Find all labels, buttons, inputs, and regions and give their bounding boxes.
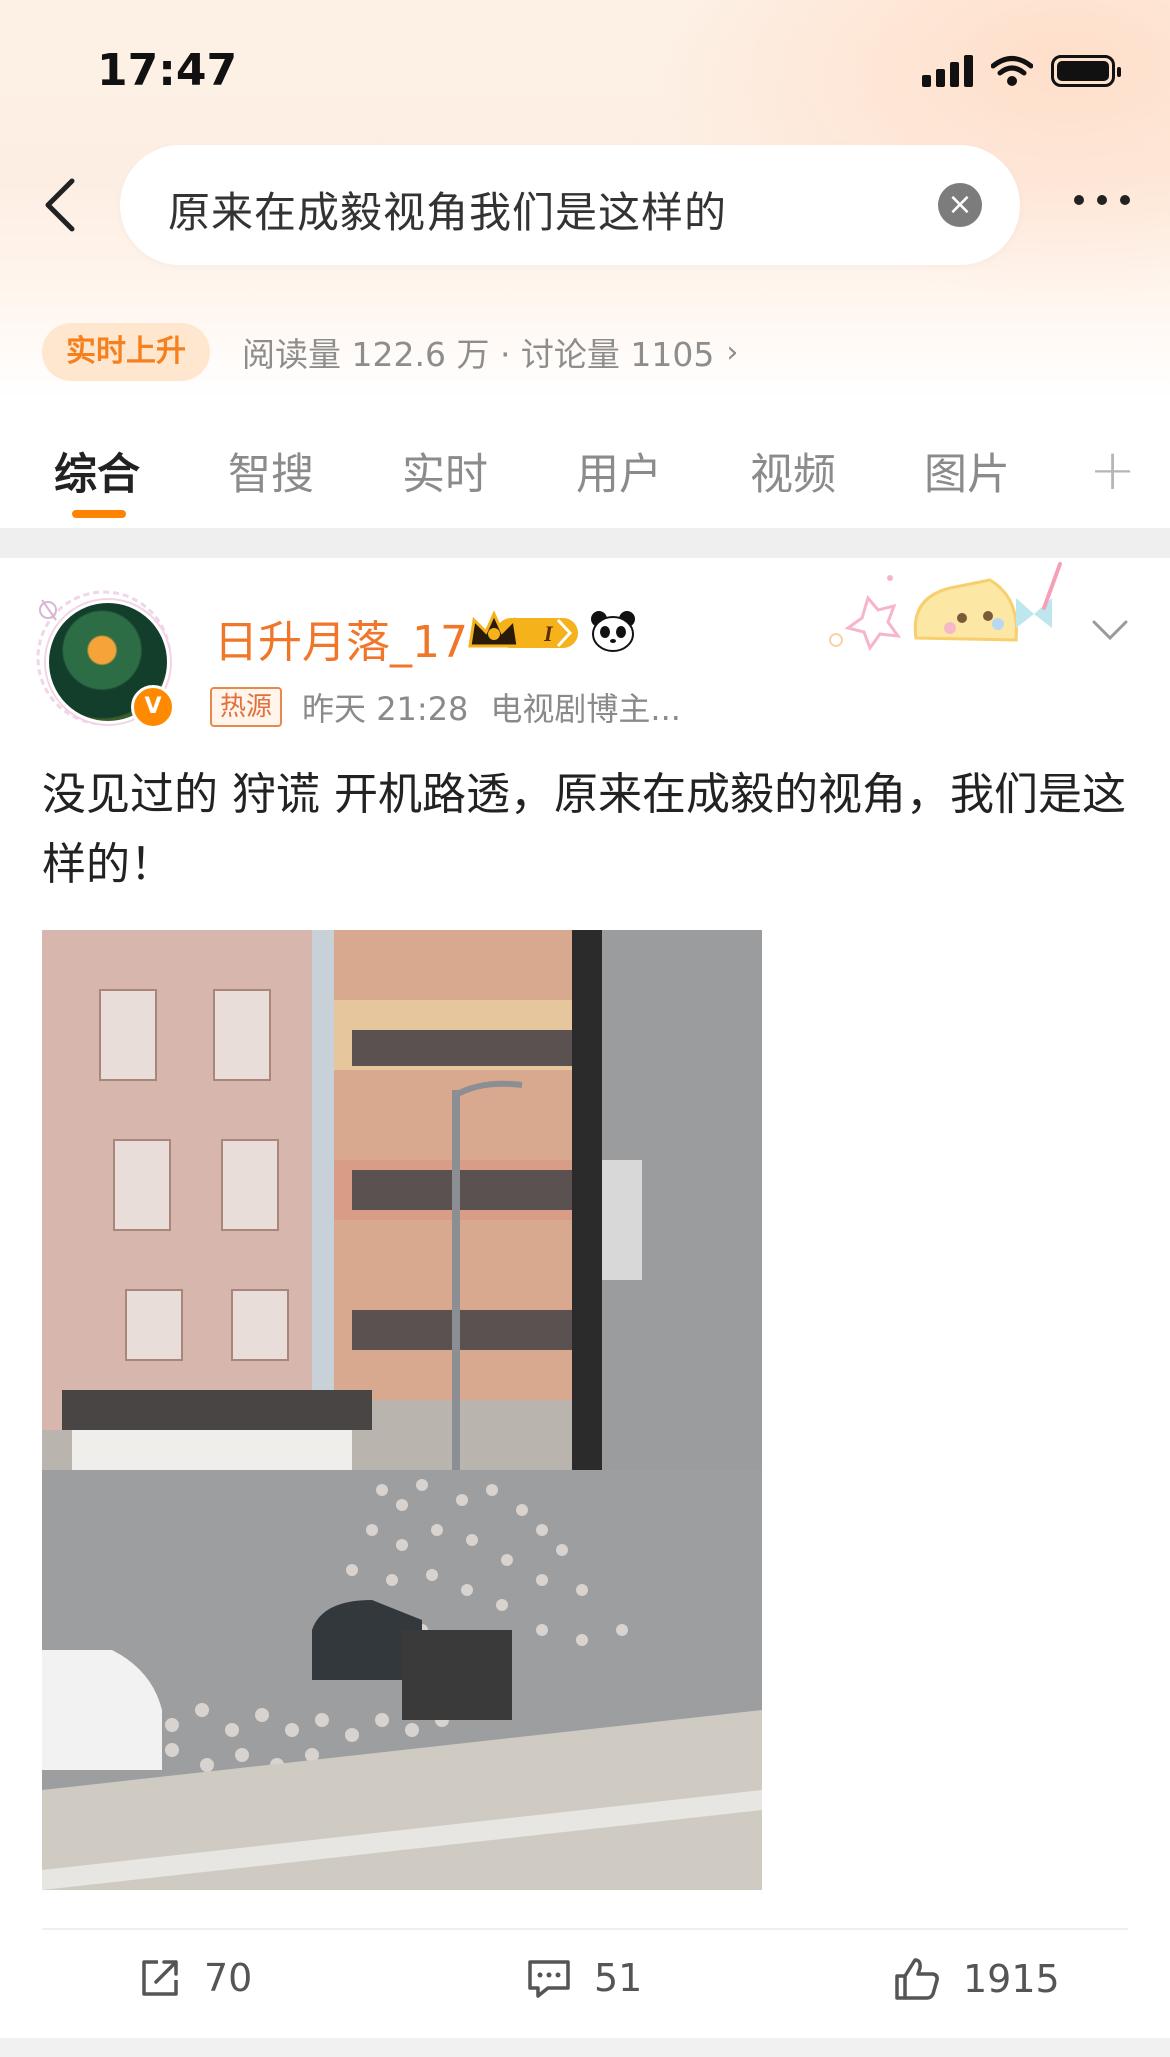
wifi-icon bbox=[991, 56, 1033, 86]
search-tabs: 综合 智搜 实时 用户 视频 图片 + bbox=[0, 420, 1170, 526]
more-icon[interactable] bbox=[1074, 195, 1130, 205]
active-tab-indicator bbox=[72, 510, 126, 518]
search-input[interactable]: 原来在成毅视角我们是这样的 × bbox=[120, 145, 1020, 265]
trend-row[interactable]: 实时上升 阅读量 122.6 万 · 讨论量 1105 › bbox=[42, 322, 738, 382]
comment-count: 51 bbox=[594, 1956, 643, 2000]
plus-icon[interactable]: + bbox=[1089, 438, 1136, 503]
tab-smart-search[interactable]: 智搜 bbox=[228, 440, 314, 502]
svg-text:I: I bbox=[543, 621, 554, 646]
post-username[interactable]: 日升月落_17 bbox=[214, 606, 468, 670]
search-query: 原来在成毅视角我们是这样的 bbox=[168, 188, 728, 237]
repost-icon bbox=[138, 1956, 182, 2000]
post-card: V 日升月落_17 I 热源 昨天 21:28 电视剧博主... 没见过的 狩谎… bbox=[0, 558, 1170, 2038]
vip-crown-icon: I bbox=[468, 610, 578, 648]
verified-icon: V bbox=[131, 685, 175, 729]
trend-stats: 阅读量 122.6 万 · 讨论量 1105 › bbox=[242, 328, 738, 376]
back-button[interactable] bbox=[30, 175, 90, 235]
repost-count: 70 bbox=[204, 1956, 253, 2000]
panda-icon bbox=[591, 611, 635, 652]
battery-icon bbox=[1051, 55, 1121, 87]
status-bar: 17:47 bbox=[0, 0, 1170, 140]
repost-button[interactable]: 70 bbox=[138, 1956, 252, 2000]
chevron-right-icon: › bbox=[726, 334, 739, 370]
tab-realtime[interactable]: 实时 bbox=[402, 440, 488, 502]
post-text: 没见过的 狩谎 开机路透，原来在成毅的视角，我们是这样的！ bbox=[42, 769, 1126, 890]
comment-icon bbox=[526, 1956, 572, 2000]
tab-comprehensive[interactable]: 综合 bbox=[54, 440, 140, 502]
like-button[interactable]: 1915 bbox=[893, 1956, 1060, 2002]
post-meta: 热源 昨天 21:28 电视剧博主... bbox=[210, 684, 681, 730]
like-count: 1915 bbox=[963, 1957, 1060, 2001]
search-row: 原来在成毅视角我们是这样的 × bbox=[0, 145, 1170, 267]
trend-stats-text: 阅读量 122.6 万 · 讨论量 1105 bbox=[242, 335, 715, 374]
signal-icon bbox=[922, 55, 973, 87]
post-source: 电视剧博主... bbox=[490, 690, 681, 728]
like-icon bbox=[893, 1956, 941, 2002]
back-arrow-icon bbox=[45, 178, 75, 232]
post-time: 昨天 21:28 bbox=[302, 690, 469, 728]
trend-badge: 实时上升 bbox=[42, 323, 210, 381]
clear-icon[interactable]: × bbox=[938, 183, 982, 227]
avatar[interactable]: V bbox=[34, 588, 175, 729]
status-time: 17:47 bbox=[97, 45, 238, 96]
tab-users[interactable]: 用户 bbox=[576, 440, 662, 502]
status-icons bbox=[922, 55, 1121, 87]
tab-images[interactable]: 图片 bbox=[924, 440, 1010, 502]
section-divider bbox=[0, 528, 1170, 558]
comment-button[interactable]: 51 bbox=[526, 1956, 642, 2000]
hot-source-tag: 热源 bbox=[210, 687, 283, 727]
bottom-divider bbox=[0, 2038, 1170, 2057]
post-photo[interactable] bbox=[42, 930, 762, 1890]
chevron-down-icon[interactable] bbox=[1090, 618, 1130, 642]
photo-image bbox=[42, 930, 762, 1890]
card-decoration-icon bbox=[829, 562, 1062, 652]
tab-video[interactable]: 视频 bbox=[750, 440, 836, 502]
actions-divider bbox=[42, 1928, 1128, 1930]
